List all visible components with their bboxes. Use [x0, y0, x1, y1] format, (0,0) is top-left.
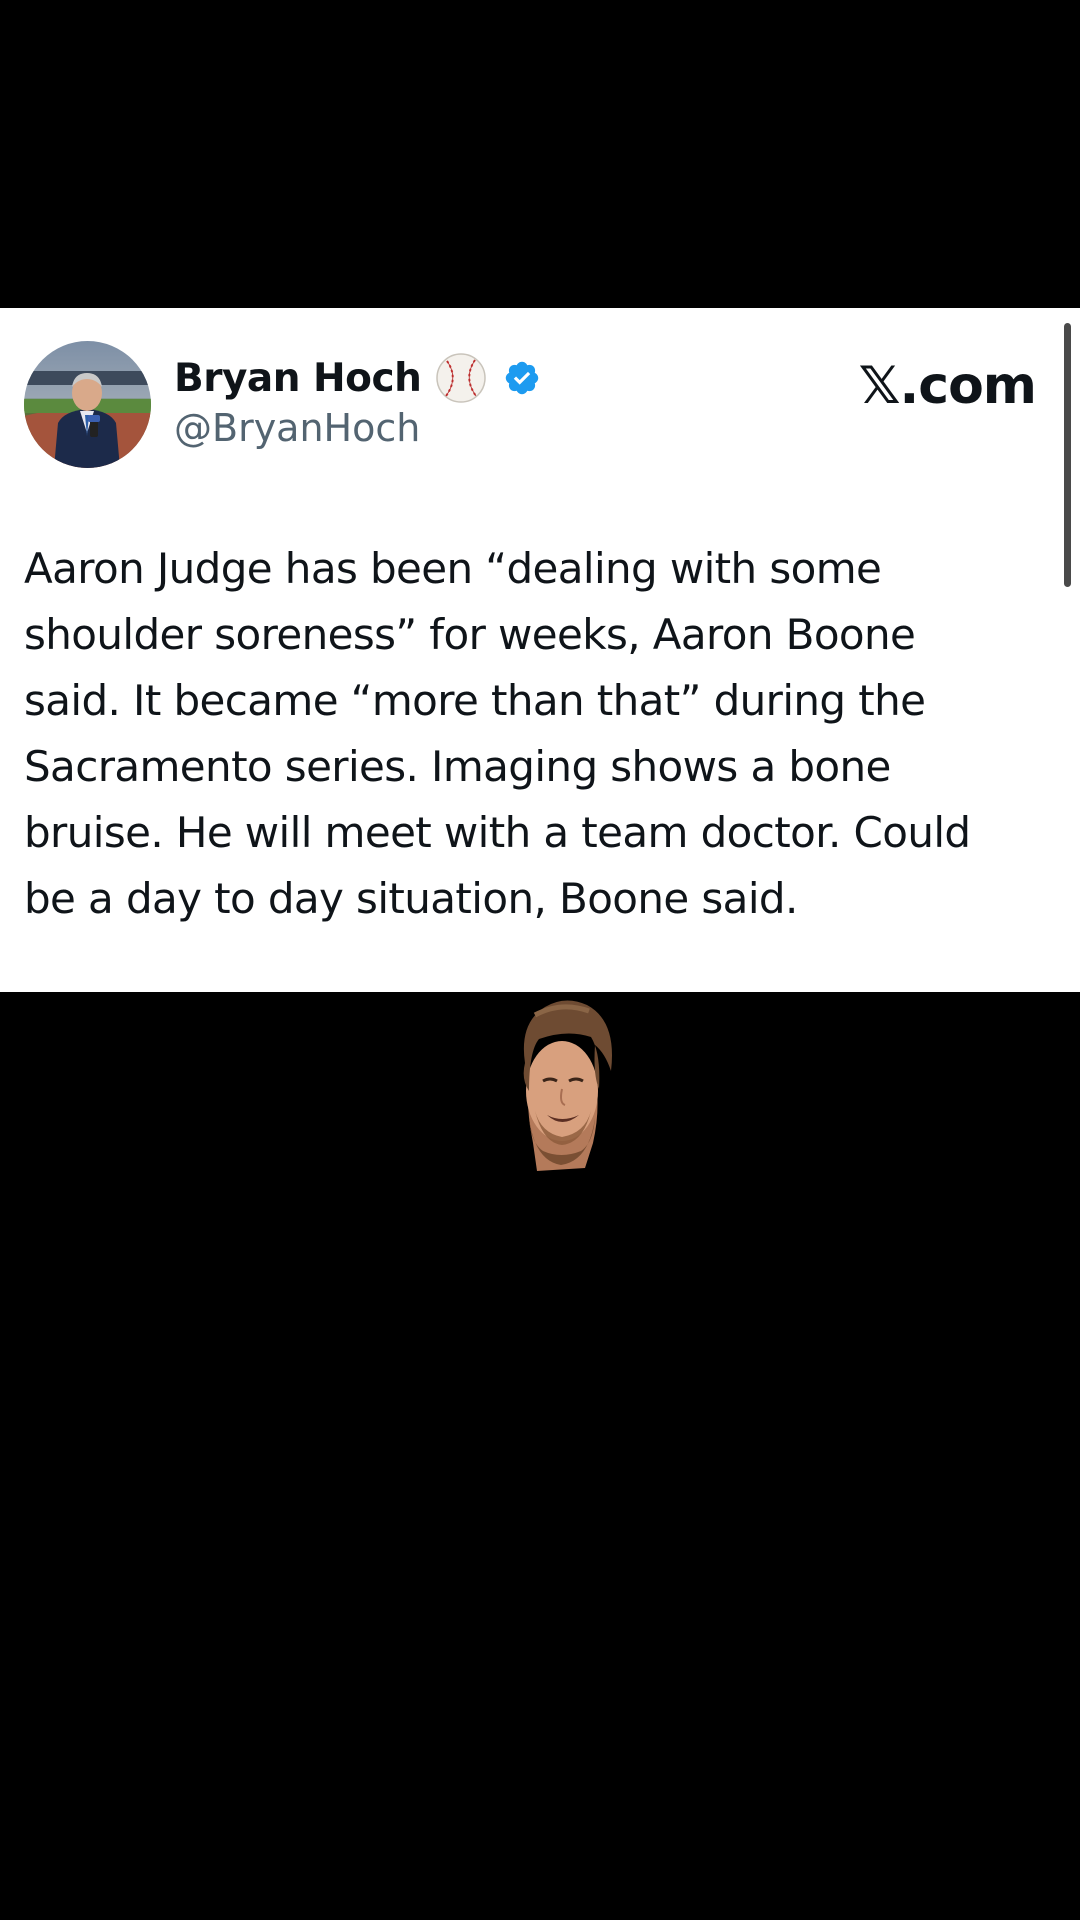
tweet-text-line: shoulder soreness” for weeks, Aaron Boon… — [24, 610, 916, 659]
author-display-name[interactable]: Bryan Hoch — [174, 356, 422, 401]
tweet-text-line: said. It became “more than that” during … — [24, 676, 926, 725]
tweet-text-line: Sacramento series. Imaging shows a bone — [24, 742, 891, 791]
author-avatar[interactable] — [24, 341, 151, 468]
video-frame: Bryan Hoch @BryanHoch 𝕏.com Aaron Judge … — [0, 0, 1080, 1920]
tweet-text-line: Aaron Judge has been “dealing with some — [24, 544, 882, 593]
tweet-text-line: bruise. He will meet with a team doctor.… — [24, 808, 971, 857]
tweet-text-line: be a day to day situation, Boone said. — [24, 874, 798, 923]
author-name-row: Bryan Hoch — [174, 352, 541, 404]
streamer-face-cutout — [495, 993, 630, 1178]
verified-badge-icon — [503, 359, 541, 397]
tweet-card: Bryan Hoch @BryanHoch 𝕏.com Aaron Judge … — [0, 308, 1080, 992]
author-handle[interactable]: @BryanHoch — [174, 406, 420, 450]
tweet-body: Aaron Judge has been “dealing with some … — [24, 536, 1044, 932]
baseball-icon — [435, 352, 487, 404]
scrollbar-thumb[interactable] — [1064, 323, 1071, 587]
x-brand-logo: 𝕏.com — [858, 356, 1037, 416]
